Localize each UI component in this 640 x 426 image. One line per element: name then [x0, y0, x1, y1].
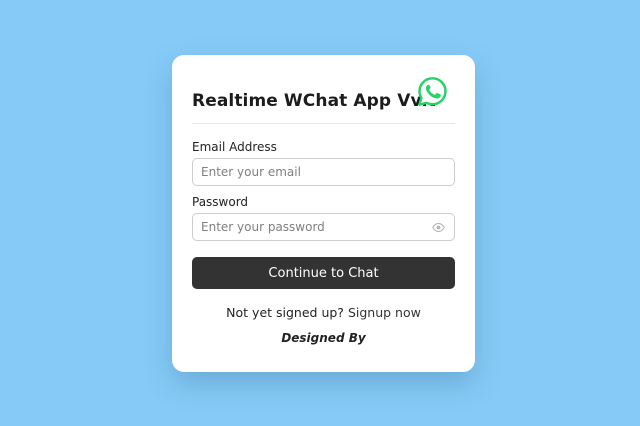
signup-row: Not yet signed up? Signup now: [172, 305, 475, 320]
password-label: Password: [192, 195, 249, 209]
signup-prompt: Not yet signed up?: [226, 305, 344, 320]
password-field-wrapper: [192, 213, 455, 241]
signup-link[interactable]: Signup now: [348, 305, 421, 320]
whatsapp-icon: [418, 77, 447, 106]
password-field[interactable]: [193, 214, 421, 240]
app-title: Realtime WChat App Vvit: [192, 91, 436, 111]
email-label: Email Address: [192, 140, 277, 154]
designed-by-text: Designed By: [281, 331, 366, 345]
login-card: Realtime WChat App Vvit Email Address Pa…: [172, 55, 475, 372]
header-divider: [192, 123, 455, 124]
email-field[interactable]: [193, 159, 421, 185]
eye-icon[interactable]: [432, 222, 445, 233]
continue-to-chat-button[interactable]: Continue to Chat: [192, 257, 455, 289]
email-field-wrapper: [192, 158, 455, 186]
